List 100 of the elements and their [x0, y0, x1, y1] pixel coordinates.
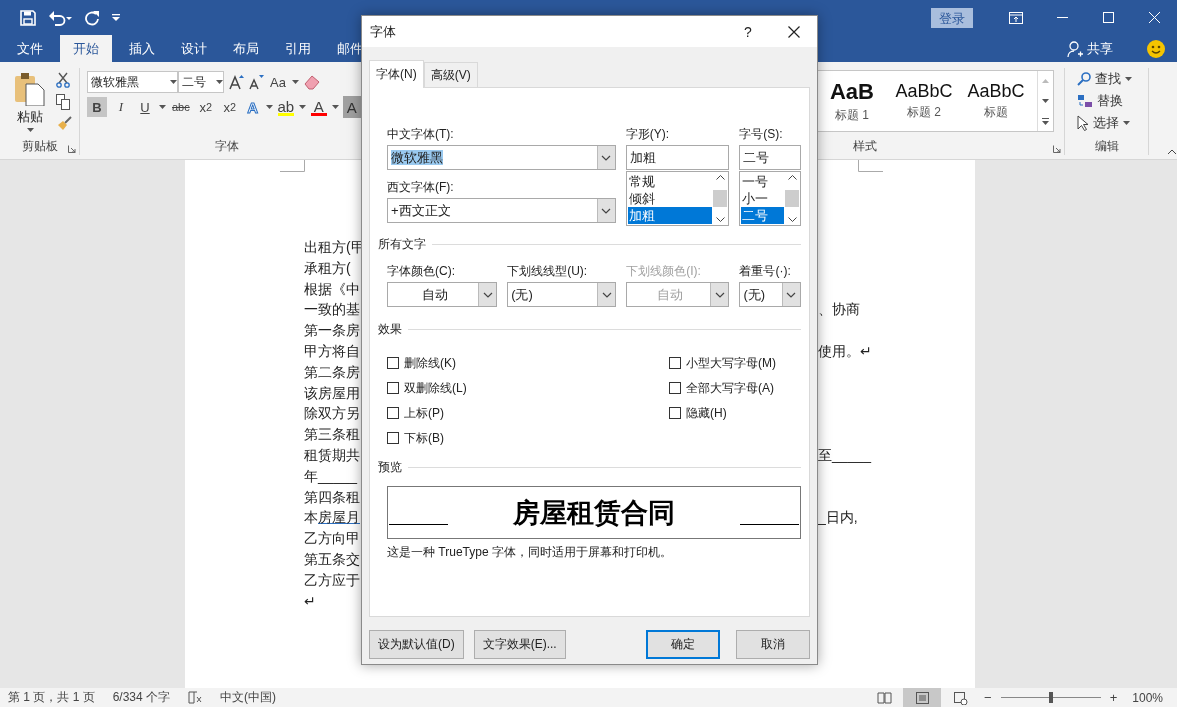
change-case-button[interactable]: Aa — [268, 72, 288, 92]
scroll-down-icon[interactable] — [787, 217, 797, 222]
dialog-launcher-icon[interactable] — [1053, 145, 1061, 153]
customize-icon[interactable] — [112, 13, 120, 22]
replace-button[interactable]: 替换 — [1097, 92, 1123, 110]
checkbox-label[interactable]: 下标(B) — [404, 429, 444, 447]
checkbox[interactable] — [669, 382, 681, 394]
format-button[interactable]: ab — [276, 96, 295, 118]
text-field[interactable]: 二号 — [739, 145, 801, 170]
format-button[interactable]: B — [87, 97, 107, 117]
replace-icon[interactable] — [1077, 94, 1093, 108]
format-button[interactable]: A — [309, 96, 328, 118]
checkbox[interactable] — [387, 382, 399, 394]
caret-icon[interactable] — [331, 105, 339, 109]
person-add-icon[interactable] — [1067, 40, 1083, 57]
more-icon[interactable] — [1042, 117, 1049, 125]
dialog-tab[interactable]: 字体(N) — [369, 60, 424, 88]
checkbox-label[interactable]: 全部大写字母(A) — [686, 379, 774, 397]
share-button[interactable]: 共享 — [1087, 39, 1113, 58]
brush-icon[interactable] — [56, 116, 72, 132]
list-item[interactable]: 二号 — [741, 207, 784, 224]
sign-in-button[interactable]: 登录 — [931, 7, 973, 28]
ribbon-tab[interactable]: 布局 — [220, 35, 272, 62]
caret-icon[interactable] — [159, 105, 166, 109]
dropdown-field[interactable]: 自动 — [387, 282, 498, 307]
dialog-launcher-icon[interactable] — [68, 145, 76, 153]
help-button[interactable]: ? — [725, 23, 771, 40]
caret-icon[interactable] — [601, 291, 612, 298]
close-icon[interactable] — [788, 25, 800, 38]
scissors-icon[interactable] — [56, 72, 70, 88]
list-item[interactable]: 一号 — [741, 173, 784, 190]
style-name[interactable]: 标题 2 — [907, 104, 941, 121]
word-count[interactable]: 6/334 个字 — [112, 689, 171, 706]
style-sample[interactable]: AaB — [830, 78, 874, 105]
format-button[interactable]: I — [111, 97, 131, 117]
maximize-icon[interactable] — [1102, 12, 1114, 23]
paste-button[interactable]: 粘贴 — [17, 108, 43, 126]
view-button[interactable] — [903, 688, 942, 707]
caret-icon[interactable] — [170, 80, 177, 84]
dialog-button[interactable]: 确定 — [646, 630, 720, 659]
scroll-thumb[interactable] — [785, 190, 799, 207]
checkbox-label[interactable]: 小型大写字母(M) — [686, 354, 776, 372]
scroll-up-icon[interactable] — [715, 175, 725, 180]
format-button[interactable]: U — [135, 97, 155, 117]
scroll-up-icon[interactable] — [787, 175, 797, 180]
slider-thumb[interactable] — [1048, 692, 1053, 703]
ribbon-tab[interactable]: 插入 — [116, 35, 168, 62]
caret-icon[interactable] — [265, 105, 273, 109]
copy-icon[interactable] — [56, 94, 70, 110]
caret-icon[interactable] — [601, 154, 612, 161]
select-button[interactable]: 选择 — [1093, 114, 1119, 132]
zoom-out-button[interactable]: − — [979, 690, 997, 705]
pointer-icon[interactable] — [1077, 115, 1089, 131]
caret-icon[interactable] — [1123, 121, 1130, 125]
list-item[interactable]: 常规 — [627, 173, 713, 190]
search-icon[interactable] — [1077, 72, 1091, 86]
redo-icon[interactable] — [84, 9, 100, 26]
caret-icon[interactable] — [292, 80, 299, 84]
ribbon-tab[interactable]: 引用 — [272, 35, 324, 62]
ribbon-tab[interactable]: 设计 — [168, 35, 220, 62]
checkbox-label[interactable]: 双删除线(L) — [404, 379, 467, 397]
text-field[interactable]: 加粗 — [625, 145, 730, 170]
caret-icon[interactable] — [216, 80, 223, 84]
font-size-field[interactable]: 二号 — [178, 71, 224, 93]
caret-icon[interactable] — [786, 291, 797, 298]
dialog-button[interactable]: 取消 — [736, 630, 810, 659]
shrink-font-icon[interactable] — [248, 74, 264, 90]
caret-icon[interactable] — [601, 207, 612, 214]
style-name[interactable]: 标题 — [984, 104, 1008, 121]
ribbon-display-icon[interactable] — [1009, 11, 1023, 24]
format-button[interactable]: abc — [170, 97, 192, 117]
dialog-button[interactable]: 文字效果(E)... — [473, 630, 566, 659]
font-name-field[interactable]: 微软雅黑 — [87, 71, 178, 93]
undo-icon[interactable] — [48, 9, 72, 26]
grow-font-icon[interactable] — [228, 74, 244, 90]
scroll-down-icon[interactable] — [1042, 99, 1049, 103]
style-name[interactable]: 标题 1 — [835, 106, 869, 124]
minimize-icon[interactable] — [1056, 17, 1068, 18]
list-item[interactable]: 加粗 — [627, 207, 713, 224]
dropdown-field[interactable]: +西文正文 — [387, 198, 616, 223]
dropdown-field[interactable]: (无) — [739, 282, 801, 307]
format-button[interactable]: A — [342, 96, 361, 118]
list-box[interactable]: 常规 倾斜 加粗 — [625, 171, 730, 226]
list-item[interactable]: 小一 — [741, 190, 784, 207]
ribbon-tab[interactable]: 文件 — [4, 35, 56, 62]
caret-icon[interactable] — [482, 291, 493, 298]
eraser-icon[interactable] — [303, 74, 321, 90]
style-sample[interactable]: AaBbC — [895, 81, 953, 102]
caret-icon[interactable] — [1125, 77, 1132, 81]
zoom-level[interactable]: 100% — [1132, 690, 1163, 705]
checkbox[interactable] — [387, 432, 399, 444]
caret-icon[interactable] — [298, 105, 306, 109]
save-icon[interactable] — [20, 9, 36, 26]
language-indicator[interactable]: 中文(中国) — [220, 689, 277, 706]
checkbox[interactable] — [387, 407, 399, 419]
proofing-icon[interactable] — [188, 691, 203, 704]
scroll-down-icon[interactable] — [715, 217, 725, 222]
style-sample[interactable]: AaBbC — [967, 81, 1025, 102]
collapse-ribbon-icon[interactable] — [1167, 149, 1177, 155]
zoom-in-button[interactable]: + — [1104, 690, 1123, 705]
